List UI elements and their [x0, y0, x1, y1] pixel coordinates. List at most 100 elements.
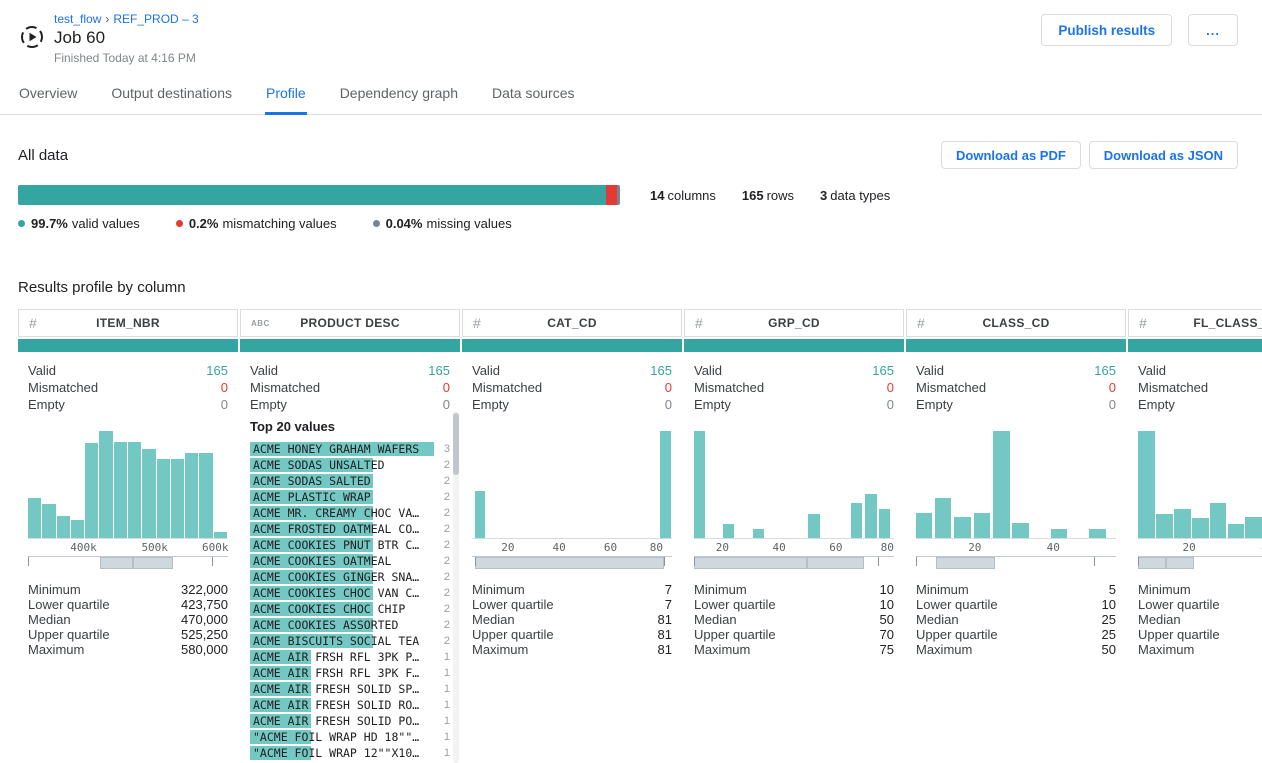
brush-handle[interactable] [212, 557, 213, 566]
all-data-heading: All data [18, 147, 68, 164]
tab-profile[interactable]: Profile [265, 79, 307, 115]
histogram-axis: 2040 [1138, 539, 1262, 554]
histogram-bar [1138, 431, 1155, 538]
value-text: ACME SODAS SALTED [250, 474, 434, 488]
value-row: ACME COOKIES OATMEAL2 [250, 553, 450, 569]
mismatched-count-row: Mismatched [1138, 379, 1262, 396]
stat-row-lower-quartile: Lower quartile [1138, 597, 1262, 612]
value-text: ACME PLASTIC WRAP [250, 490, 434, 504]
tab-overview[interactable]: Overview [18, 79, 78, 115]
breadcrumb-output-link[interactable]: REF_PROD – 3 [113, 12, 198, 26]
valid-ratio-bar [240, 339, 460, 352]
histogram-bar [753, 529, 764, 538]
range-brush[interactable] [472, 556, 672, 570]
histogram-bar [660, 431, 671, 538]
stat-label: Median [694, 612, 737, 627]
histogram-bar [1051, 529, 1067, 538]
breadcrumb-flow-link[interactable]: test_flow [54, 12, 101, 26]
stat-value: 580,000 [181, 642, 228, 657]
brush-handle[interactable] [878, 557, 879, 566]
mismatched-value: 0 [887, 379, 894, 396]
value-row: "ACME FOIL WRAP HD 18""…1 [250, 729, 450, 745]
value-count: 2 [434, 459, 450, 471]
brush-selection[interactable] [475, 557, 665, 569]
brush-selection[interactable] [133, 557, 172, 569]
brush-selection[interactable] [807, 557, 864, 569]
more-actions-button[interactable]: ... [1188, 14, 1238, 46]
range-brush[interactable] [28, 556, 228, 570]
profile-card-class-cd: #CLASS_CDValid165Mismatched0Empty02040Mi… [906, 309, 1126, 657]
tab-output-destinations[interactable]: Output destinations [110, 79, 233, 115]
tab-dependency-graph[interactable]: Dependency graph [339, 79, 459, 115]
brush-handle[interactable] [1138, 557, 1139, 566]
empty-label: Empty [472, 396, 509, 413]
publish-results-button[interactable]: Publish results [1041, 14, 1172, 46]
value-row: ACME AIR FRESH SOLID RO…1 [250, 697, 450, 713]
column-name: CLASS_CD [982, 316, 1049, 330]
summary-label: data types [830, 188, 890, 203]
axis-tick-label: 500k [141, 541, 168, 554]
stat-label: Upper quartile [472, 627, 554, 642]
histogram-bar [475, 491, 486, 538]
stat-row-median: Median [1138, 612, 1262, 627]
range-brush[interactable] [1138, 556, 1262, 570]
histogram-bar [214, 532, 227, 538]
legend-label: valid values [72, 216, 140, 231]
brush-selection[interactable] [100, 557, 133, 569]
value-count: 2 [434, 523, 450, 535]
tab-data-sources[interactable]: Data sources [491, 79, 575, 115]
value-count: 2 [434, 635, 450, 647]
brush-handle[interactable] [916, 557, 917, 566]
brush-selection[interactable] [1166, 557, 1194, 569]
stat-value: 25 [1102, 627, 1116, 642]
value-count: 2 [434, 555, 450, 567]
scrollbar-track[interactable] [453, 411, 459, 763]
stat-value: 10 [880, 597, 894, 612]
summary-value: 165 [742, 188, 764, 203]
value-text: ACME COOKIES CHOC CHIP [250, 602, 434, 616]
column-header: #GRP_CD [684, 309, 904, 337]
stat-label: Upper quartile [1138, 627, 1220, 642]
brush-handle[interactable] [1094, 557, 1095, 566]
brush-handle[interactable] [694, 557, 695, 566]
histogram-bar [954, 517, 970, 538]
value-count: 2 [434, 587, 450, 599]
value-count: 2 [434, 603, 450, 615]
mismatched-label: Mismatched [694, 379, 764, 396]
mismatched-count-row: Mismatched0 [916, 379, 1116, 396]
column-header: #ITEM_NBR [18, 309, 238, 337]
histogram-bar [1156, 514, 1173, 538]
empty-value: 0 [665, 396, 672, 413]
range-brush[interactable] [694, 556, 894, 570]
mismatched-label: Mismatched [916, 379, 986, 396]
value-row: ACME COOKIES CHOC CHIP2 [250, 601, 450, 617]
brush-selection[interactable] [694, 557, 807, 569]
valid-ratio-bar [684, 339, 904, 352]
value-text: ACME AIR FRSH RFL 3PK F… [250, 666, 434, 680]
download-pdf-button[interactable]: Download as PDF [941, 141, 1081, 169]
histogram-bar [808, 514, 819, 538]
brush-selection[interactable] [936, 557, 995, 569]
download-json-button[interactable]: Download as JSON [1089, 141, 1238, 169]
axis-tick-label: 60 [829, 541, 842, 554]
stat-row-lower-quartile: Lower quartile10 [916, 597, 1116, 612]
scrollbar-thumb[interactable] [453, 413, 459, 475]
brush-selection[interactable] [1138, 557, 1166, 569]
top-values-title: Top 20 values [250, 419, 450, 434]
stat-label: Lower quartile [1138, 597, 1220, 612]
column-header: #CAT_CD [462, 309, 682, 337]
axis-tick-label: 40 [553, 541, 566, 554]
stat-value: 50 [880, 612, 894, 627]
valid-count-row: Valid165 [250, 362, 450, 379]
dataset-summary: 14columns165rows3data types [650, 188, 890, 203]
brush-handle[interactable] [475, 557, 476, 566]
page-header: test_flow›REF_PROD – 3 Job 60 Finished T… [0, 0, 1262, 65]
stat-value: 7 [665, 582, 672, 597]
brush-handle[interactable] [664, 557, 665, 566]
range-brush[interactable] [916, 556, 1116, 570]
brush-handle[interactable] [28, 557, 29, 566]
histogram-bar [42, 504, 55, 538]
mismatched-label: Mismatched [472, 379, 542, 396]
value-text: ACME COOKIES GINGER SNA… [250, 570, 434, 584]
counts-block: Valid165Mismatched0Empty0 [18, 352, 238, 417]
